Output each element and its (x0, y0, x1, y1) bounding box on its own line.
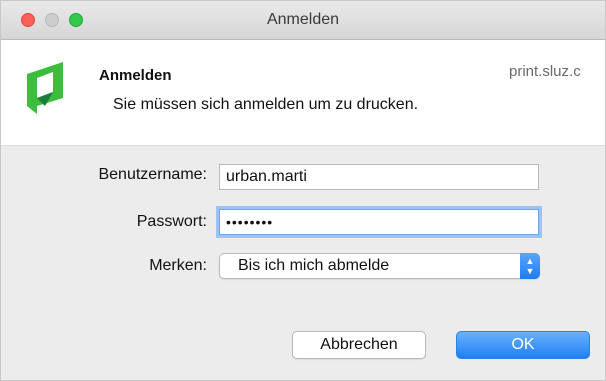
server-name: print.sluz.c (509, 63, 581, 80)
title-bar[interactable]: Anmelden (1, 1, 605, 40)
window-title: Anmelden (266, 11, 340, 28)
papercut-logo-icon (27, 62, 63, 114)
login-dialog-window: Anmelden Anmelden Sie müssen sich anmeld… (0, 0, 606, 381)
remember-label: Merken: (149, 257, 207, 274)
remember-select-value: Bis ich mich abmelde (238, 257, 390, 274)
cancel-button[interactable]: Abbrechen (292, 331, 426, 359)
username-value: urban.marti (226, 168, 307, 185)
username-field[interactable]: urban.marti (219, 164, 539, 190)
password-field[interactable]: •••••••• (219, 209, 539, 235)
remember-select[interactable]: Bis ich mich abmelde ▲ ▼ (219, 253, 540, 279)
password-value: •••••••• (226, 214, 274, 230)
dialog-heading: Anmelden (99, 67, 172, 84)
dialog-header: Anmelden Sie müssen sich anmelden um zu … (1, 40, 605, 146)
username-label: Benutzername: (98, 166, 207, 183)
ok-button[interactable]: OK (456, 331, 590, 359)
password-label: Passwort: (136, 213, 207, 230)
dialog-message: Sie müssen sich anmelden um zu drucken. (113, 96, 419, 113)
up-down-chevron-icon[interactable]: ▲ ▼ (520, 253, 540, 279)
